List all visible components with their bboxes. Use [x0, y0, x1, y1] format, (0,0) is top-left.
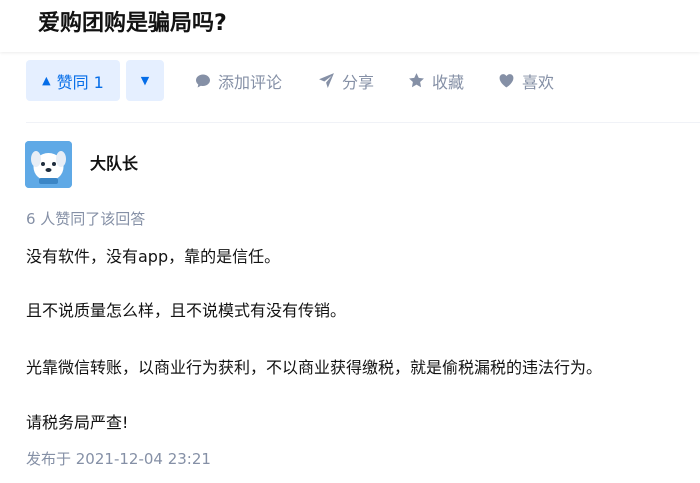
triangle-down-icon: ▼: [140, 74, 150, 87]
publish-time[interactable]: 发布于 2021-12-04 23:21: [26, 447, 211, 471]
vote-up-label: 赞同 1: [56, 72, 104, 92]
like-button[interactable]: 喜欢: [498, 60, 554, 101]
answer-paragraph: 且不说质量怎么样，且不说模式有没有传销。: [26, 301, 347, 320]
question-header: 爱购团购是骗局吗?: [0, 0, 700, 52]
answer-action-bar: ▲ 赞同 1 ▼ 添加评论 分享 收藏 喜欢: [0, 60, 700, 102]
comment-bubble-icon: [196, 74, 210, 87]
add-comment-button[interactable]: 添加评论: [195, 60, 282, 101]
author-avatar[interactable]: [25, 141, 72, 188]
vote-up-button[interactable]: ▲ 赞同 1: [26, 60, 120, 101]
like-label: 喜欢: [522, 72, 555, 92]
answer-paragraph: 光靠微信转账，以商业行为获利，不以商业获得缴税，就是偷税漏税的违法行为。: [26, 358, 603, 377]
answer-paragraph: 没有软件，没有app，靠的是信任。: [26, 247, 281, 266]
vote-down-button[interactable]: ▼: [126, 60, 164, 101]
author-name[interactable]: 大队长: [90, 152, 138, 176]
vote-count-text[interactable]: 6 人赞同了该回答: [26, 207, 145, 231]
answer-paragraph: 请税务局严查!: [26, 413, 129, 432]
heart-icon: [499, 74, 514, 88]
share-label: 分享: [342, 72, 375, 92]
add-comment-label: 添加评论: [218, 72, 283, 92]
paper-plane-icon: [319, 73, 334, 88]
triangle-up-icon: ▲: [42, 74, 51, 87]
question-title[interactable]: 爱购团购是骗局吗?: [38, 7, 227, 41]
dog-avatar-icon: [25, 141, 72, 188]
star-icon: [409, 73, 424, 88]
share-button[interactable]: 分享: [318, 60, 374, 101]
favorite-button[interactable]: 收藏: [408, 60, 464, 101]
favorite-label: 收藏: [432, 72, 465, 92]
section-divider: [26, 122, 700, 123]
